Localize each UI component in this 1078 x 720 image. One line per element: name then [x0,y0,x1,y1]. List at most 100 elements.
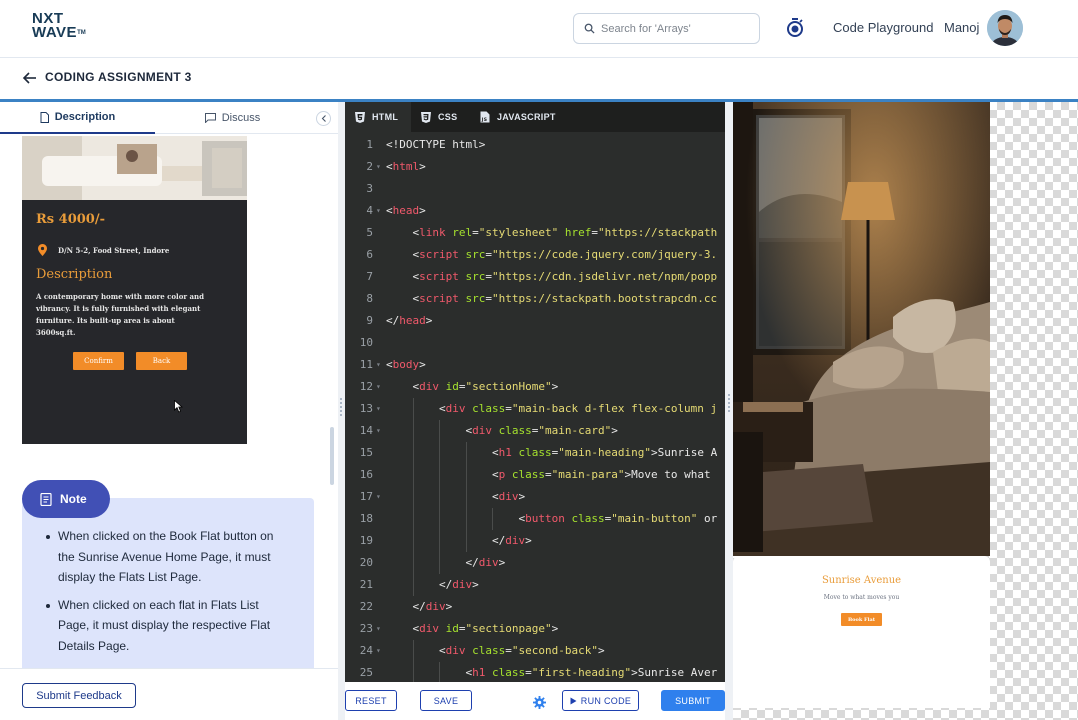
left-panel-scrollbar[interactable] [330,427,334,485]
panel-resizer-left[interactable] [338,102,345,720]
code-line[interactable]: 23 ▾ <div id="sectionpage"> [345,618,725,640]
code-line[interactable]: 6 <script src="https://code.jquery.com/jq… [345,244,725,266]
code-line[interactable]: 24 ▾ <div class="second-back"> [345,640,725,662]
line-number: 5 [366,226,373,239]
code-line[interactable]: 18 <button class="main-button" or [345,508,725,530]
code-line[interactable]: 8 <script src="https://stackpath.bootstra… [345,288,725,310]
nxtwave-logo[interactable]: NXT WAVETM [32,11,86,40]
document-icon [40,111,49,123]
code-line[interactable]: 17 ▾ <div> [345,486,725,508]
fold-toggle-icon[interactable]: ▾ [376,398,381,420]
tab-description-label: Description [54,111,116,123]
flat-image [22,136,247,200]
line-number: 22 [359,600,373,613]
flat-description-heading: Description [36,267,113,282]
line-number: 23 [359,622,373,635]
code-line[interactable]: 22 </div> [345,596,725,618]
left-panel: Description Discuss Rs 4000/- D/N 5-2, F… [0,102,338,720]
book-flat-button[interactable]: Book Flat [841,613,882,626]
tab-css[interactable]: CSS [421,102,457,132]
location-pin-icon [38,244,47,256]
line-number: 9 [366,314,373,327]
fold-toggle-icon[interactable]: ▾ [376,376,381,398]
preview-home-card: Sunrise Avenue Move to what moves you Bo… [733,556,990,708]
fold-toggle-icon[interactable]: ▾ [376,354,381,376]
code-line[interactable]: 14 ▾ <div class="main-card"> [345,420,725,442]
code-line[interactable]: 4 ▾ <head> [345,200,725,222]
code-line[interactable]: 21 </div> [345,574,725,596]
line-number: 18 [359,512,373,525]
code-line[interactable]: 15 <h1 class="main-heading">Sunrise A [345,442,725,464]
code-line[interactable]: 9 </head> [345,310,725,332]
note-item: When clicked on each flat in Flats List … [46,595,284,657]
note-icon [40,492,52,506]
preview-para: Move to what moves you [823,594,900,601]
editor-tabs: HTML CSS JS JAVASCRIPT [345,102,725,132]
confirm-button[interactable]: Confirm [73,352,124,370]
fold-toggle-icon[interactable]: ▾ [376,420,381,442]
panel-resizer-right[interactable] [725,102,733,720]
line-number: 13 [359,402,373,415]
fold-toggle-icon[interactable]: ▾ [376,618,381,640]
code-line[interactable]: 19 </div> [345,530,725,552]
fold-toggle-icon[interactable]: ▾ [376,486,381,508]
fold-toggle-icon[interactable]: ▾ [376,640,381,662]
code-line[interactable]: 16 <p class="main-para">Move to what [345,464,725,486]
avatar[interactable] [987,10,1023,46]
stopwatch-icon[interactable] [786,18,804,42]
line-number: 2 [366,160,373,173]
line-number: 7 [366,270,373,283]
collapse-panel-button[interactable] [316,111,331,126]
search-input[interactable] [601,22,751,35]
assignment-title: CODING ASSIGNMENT 3 [45,70,192,84]
top-bar: NXT WAVETM Code Playground Manoj [0,0,1078,58]
code-line[interactable]: 12 ▾ <div id="sectionHome"> [345,376,725,398]
code-editor[interactable]: HTML CSS JS JAVASCRIPT 1 <!DOCTYPE html> 2… [345,102,725,682]
tab-html[interactable]: HTML [345,102,411,132]
save-button[interactable]: SAVE [420,690,472,711]
line-number: 19 [359,534,373,547]
tab-discuss[interactable]: Discuss [155,102,310,134]
code-line[interactable]: 1 <!DOCTYPE html> [345,134,725,156]
code-line[interactable]: 3 [345,178,725,200]
preview-heading: Sunrise Avenue [821,575,902,586]
run-code-label: RUN CODE [580,695,632,706]
line-number: 11 [359,358,373,371]
submit-button[interactable]: SUBMIT [661,690,725,711]
line-number: 14 [359,424,373,437]
back-button[interactable]: Back [136,352,187,370]
tab-javascript[interactable]: JS JAVASCRIPT [480,102,556,132]
search-box[interactable] [573,13,760,44]
code-line[interactable]: 20 </div> [345,552,725,574]
back-arrow-icon[interactable] [22,70,37,89]
code-line[interactable]: 13 ▾ <div class="main-back d-flex flex-col… [345,398,725,420]
code-line[interactable]: 11 ▾ <body> [345,354,725,376]
logo-tm: TM [77,30,86,36]
note-list: When clicked on the Book Flat button on … [46,526,284,663]
fold-toggle-icon[interactable]: ▾ [376,200,381,222]
user-name[interactable]: Manoj [944,20,979,35]
css3-icon [421,111,431,123]
chevron-left-icon [321,115,326,122]
code-line[interactable]: 7 <script src="https://cdn.jsdelivr.net/n… [345,266,725,288]
line-number: 6 [366,248,373,261]
run-code-button[interactable]: RUN CODE [562,690,639,711]
line-number: 12 [359,380,373,393]
tab-description[interactable]: Description [0,102,155,134]
code-line[interactable]: 5 <link rel="stylesheet" href="https://st… [345,222,725,244]
fold-toggle-icon[interactable]: ▾ [376,156,381,178]
tab-javascript-label: JAVASCRIPT [497,112,556,122]
code-line[interactable]: 10 [345,332,725,354]
flat-address: D/N 5-2, Food Street, Indore [58,246,170,255]
output-preview: Sunrise Avenue Move to what moves you Bo… [733,102,1078,720]
reset-button[interactable]: RESET [345,690,397,711]
code-line[interactable]: 25 <h1 class="first-heading">Sunrise Aver [345,662,725,682]
gear-icon[interactable] [533,694,546,713]
code-playground-link[interactable]: Code Playground [833,20,933,35]
js-file-icon: JS [480,111,490,123]
line-number: 25 [359,666,373,679]
code-line[interactable]: 2 ▾ <html> [345,156,725,178]
flat-description-text: A contemporary home with more color and … [36,292,205,337]
submit-feedback-button[interactable]: Submit Feedback [22,683,136,708]
line-number: 1 [366,138,373,151]
